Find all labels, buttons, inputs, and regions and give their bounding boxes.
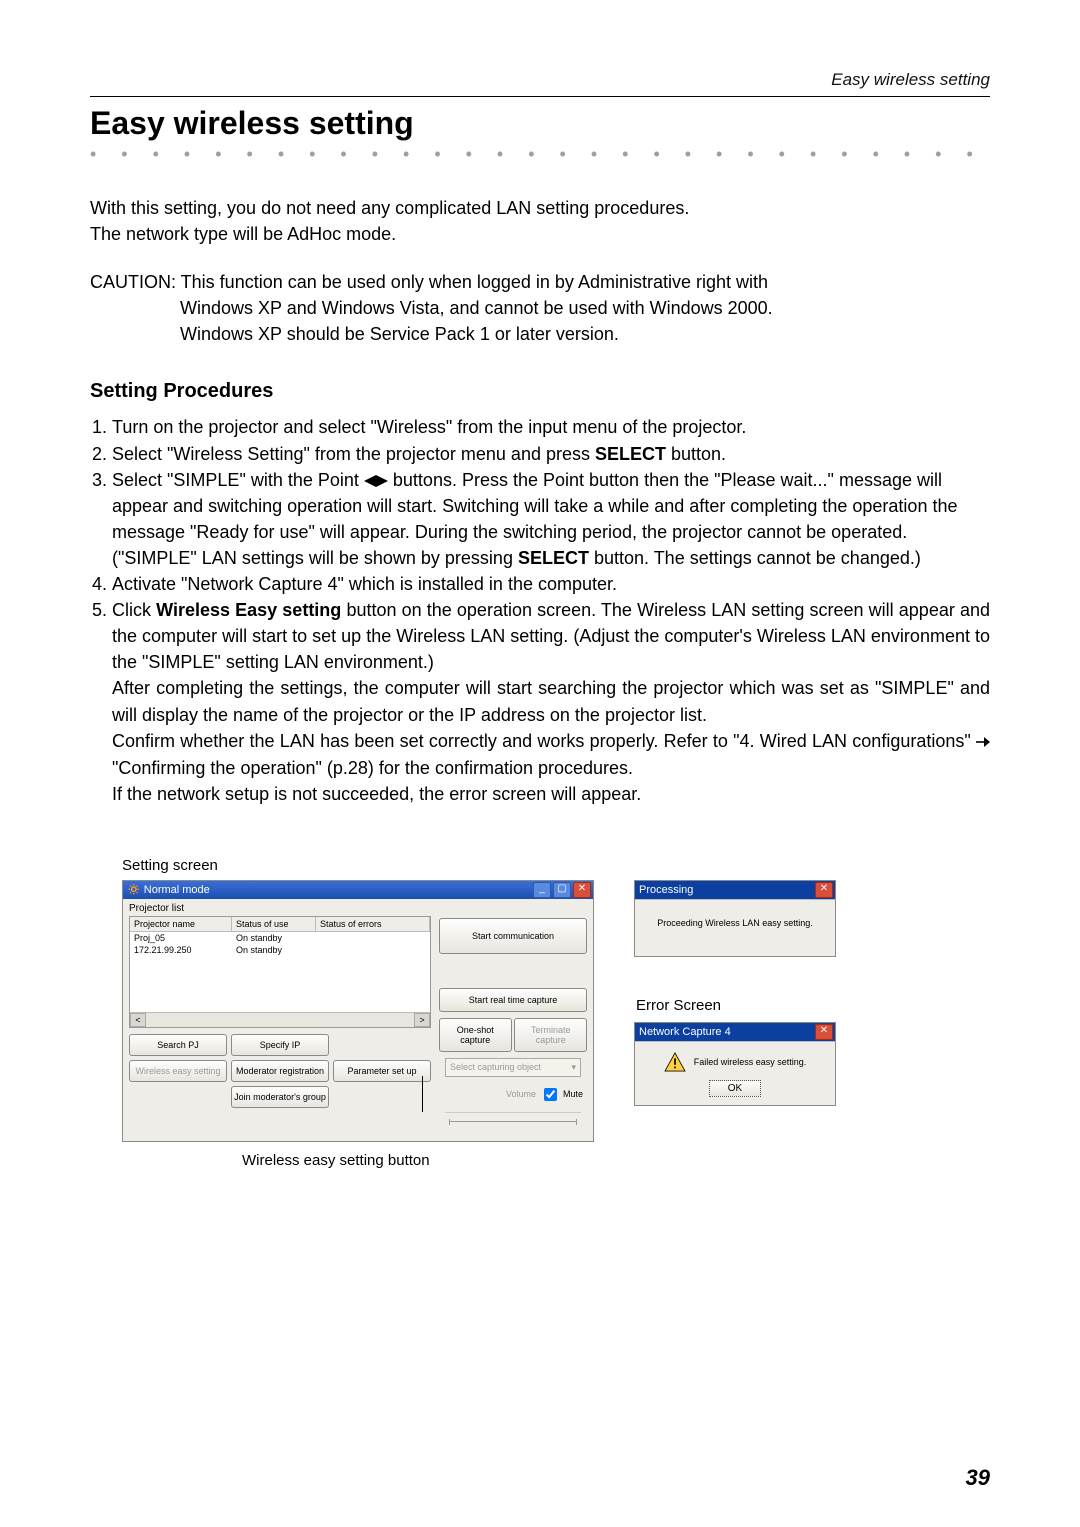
start-communication-button[interactable]: Start communication bbox=[439, 918, 587, 954]
caution-block: CAUTION: This function can be used only … bbox=[90, 269, 990, 347]
table-row[interactable]: 172.21.99.250 On standby bbox=[130, 944, 430, 956]
close-button[interactable]: ✕ bbox=[573, 882, 591, 898]
select-capturing-object[interactable]: Select capturing object▾ bbox=[445, 1058, 581, 1077]
step-2: Select "Wireless Setting" from the proje… bbox=[112, 441, 990, 467]
intro-line-1: With this setting, you do not need any c… bbox=[90, 198, 689, 218]
horizontal-scrollbar[interactable]: <> bbox=[130, 1012, 430, 1027]
projector-list-label: Projector list bbox=[123, 899, 593, 914]
wireless-easy-setting-button[interactable]: Wireless easy setting bbox=[129, 1060, 227, 1082]
one-shot-capture-button[interactable]: One-shot capture bbox=[439, 1018, 512, 1052]
error-titlebar: Network Capture 4 ✕ bbox=[635, 1023, 835, 1041]
step-3: Select "SIMPLE" with the Point buttons. … bbox=[112, 467, 990, 571]
step-5: Click Wireless Easy setting button on th… bbox=[112, 597, 990, 807]
page-title: Easy wireless setting bbox=[90, 105, 990, 142]
minimize-button[interactable]: _ bbox=[533, 882, 551, 898]
step-5-text-d: After completing the settings, the compu… bbox=[112, 678, 990, 724]
step-1: Turn on the projector and select "Wirele… bbox=[112, 414, 990, 440]
point-left-right-icon bbox=[364, 474, 388, 488]
start-realtime-capture-button[interactable]: Start real time capture bbox=[439, 988, 587, 1012]
top-rule bbox=[90, 96, 990, 97]
callout-label: Wireless easy setting button bbox=[242, 1152, 594, 1169]
intro-line-2: The network type will be AdHoc mode. bbox=[90, 224, 396, 244]
processing-message: Proceeding Wireless LAN easy setting. bbox=[635, 899, 835, 956]
cell: On standby bbox=[232, 944, 316, 956]
procedure-steps: Turn on the projector and select "Wirele… bbox=[90, 414, 990, 806]
cell: Proj_05 bbox=[130, 932, 232, 944]
subheading: Setting Procedures bbox=[90, 377, 990, 406]
search-pj-button[interactable]: Search PJ bbox=[129, 1034, 227, 1056]
setting-window: 🔅 Normal mode _ ▢ ✕ Projector list Proje… bbox=[122, 880, 594, 1142]
processing-titlebar: Processing ✕ bbox=[635, 881, 835, 899]
step-5-text-a: Click bbox=[112, 600, 156, 620]
caution-line-1: CAUTION: This function can be used only … bbox=[90, 269, 990, 295]
caution-line-2: Windows XP and Windows Vista, and cannot… bbox=[90, 295, 990, 321]
step-5-bold: Wireless Easy setting bbox=[156, 600, 341, 620]
step-2-text-a: Select "Wireless Setting" from the proje… bbox=[112, 444, 595, 464]
parameter-setup-button[interactable]: Parameter set up bbox=[333, 1060, 431, 1082]
step-3-text-d: button. The settings cannot be changed.) bbox=[589, 548, 921, 568]
table-row[interactable]: Proj_05 On standby bbox=[130, 932, 430, 944]
right-arrow-icon bbox=[976, 729, 990, 755]
error-title: Network Capture 4 bbox=[639, 1026, 731, 1038]
col-status-errors[interactable]: Status of errors bbox=[316, 917, 430, 931]
processing-close-button[interactable]: ✕ bbox=[815, 882, 833, 898]
error-close-button[interactable]: ✕ bbox=[815, 1024, 833, 1040]
step-5-text-f: "Confirming the operation" (p.28) for th… bbox=[112, 758, 633, 778]
processing-title: Processing bbox=[639, 884, 693, 896]
mute-checkbox[interactable]: Mute bbox=[540, 1085, 583, 1104]
terminate-capture-button[interactable]: Terminate capture bbox=[514, 1018, 587, 1052]
step-3-bold: SELECT bbox=[518, 548, 589, 568]
moderator-registration-button[interactable]: Moderator registration bbox=[231, 1060, 329, 1082]
step-4-text: Activate "Network Capture 4" which is in… bbox=[112, 574, 617, 594]
running-head: Easy wireless setting bbox=[90, 70, 990, 90]
join-moderator-group-button[interactable]: Join moderator's group bbox=[231, 1086, 329, 1108]
error-screen-heading: Error Screen bbox=[636, 997, 844, 1014]
error-ok-button[interactable]: OK bbox=[709, 1080, 761, 1097]
cell: On standby bbox=[232, 932, 316, 944]
volume-slider[interactable] bbox=[445, 1112, 581, 1129]
setting-window-title: 🔅 Normal mode bbox=[127, 883, 210, 896]
step-4: Activate "Network Capture 4" which is in… bbox=[112, 571, 990, 597]
col-projector-name[interactable]: Projector name bbox=[130, 917, 232, 931]
step-5-text-g: If the network setup is not succeeded, t… bbox=[112, 784, 641, 804]
step-5-text-e: Confirm whether the LAN has been set cor… bbox=[112, 731, 976, 751]
specify-ip-button[interactable]: Specify IP bbox=[231, 1034, 329, 1056]
step-1-text: Turn on the projector and select "Wirele… bbox=[112, 417, 746, 437]
col-status-use[interactable]: Status of use bbox=[232, 917, 316, 931]
step-3-text-a: Select "SIMPLE" with the Point bbox=[112, 470, 364, 490]
maximize-button[interactable]: ▢ bbox=[553, 882, 571, 898]
setting-screen-caption: Setting screen bbox=[122, 857, 990, 874]
setting-window-titlebar: 🔅 Normal mode _ ▢ ✕ bbox=[123, 881, 593, 899]
decorative-dots: • • • • • • • • • • • • • • • • • • • • … bbox=[90, 144, 990, 165]
error-window: Network Capture 4 ✕ Failed wireless easy… bbox=[634, 1022, 836, 1106]
page-number: 39 bbox=[966, 1465, 990, 1491]
warning-icon bbox=[664, 1052, 686, 1072]
step-2-text-c: button. bbox=[666, 444, 726, 464]
projector-list-table[interactable]: Projector name Status of use Status of e… bbox=[129, 916, 431, 1028]
processing-window: Processing ✕ Proceeding Wireless LAN eas… bbox=[634, 880, 836, 957]
step-2-bold: SELECT bbox=[595, 444, 666, 464]
error-message: Failed wireless easy setting. bbox=[694, 1057, 807, 1067]
volume-label: Volume bbox=[506, 1089, 536, 1099]
cell: 172.21.99.250 bbox=[130, 944, 232, 956]
callout-line bbox=[422, 1076, 423, 1112]
intro-paragraph: With this setting, you do not need any c… bbox=[90, 195, 990, 247]
caution-line-3: Windows XP should be Service Pack 1 or l… bbox=[90, 321, 990, 347]
